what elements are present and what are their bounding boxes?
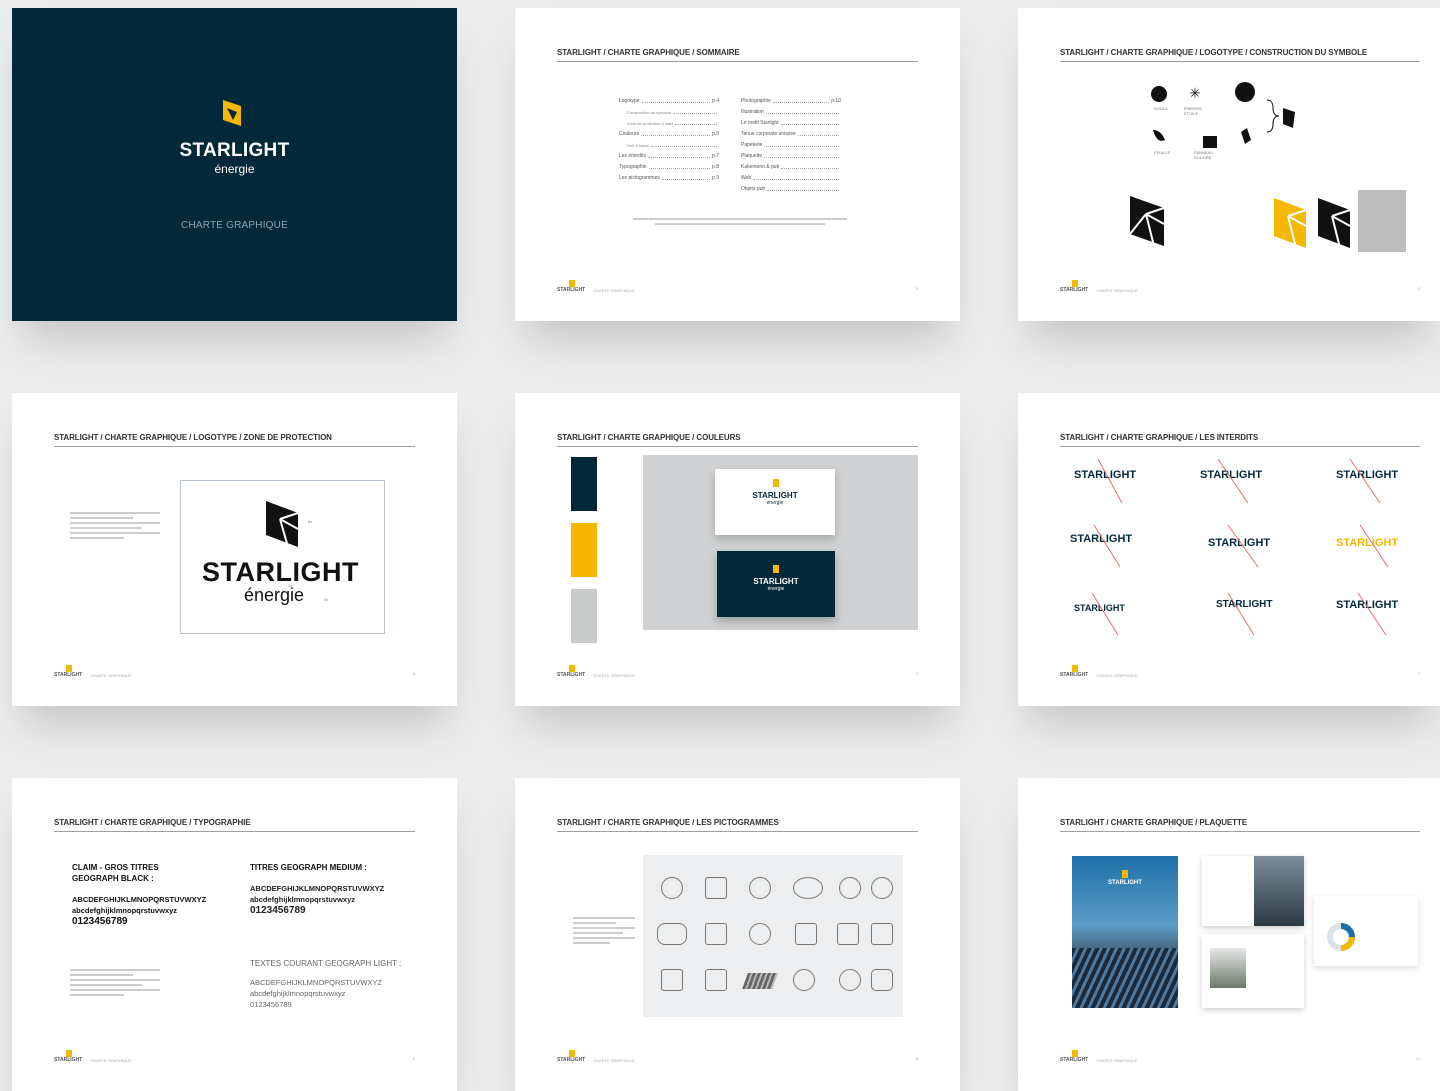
cover-title: CHARTE GRAPHIQUE [181, 220, 288, 231]
page-footer: STARLIGHT CHARTE GRAPHIQUE [54, 665, 132, 678]
logo-mini-icon [569, 665, 575, 672]
typo-medium-block: TITRES GEOGRAPH MEDIUM : ABCDEFGHIJKLMNO… [250, 863, 385, 916]
page-number: 9 [915, 1056, 918, 1061]
page-interdits[interactable]: STARLIGHT / CHARTE GRAPHIQUE / LES INTER… [1018, 393, 1440, 706]
logo-mini-icon [569, 1050, 575, 1057]
logo-mini-icon [1072, 1050, 1078, 1057]
logo-mini-icon [773, 565, 779, 573]
page-header: STARLIGHT / CHARTE GRAPHIQUE / LOGOTYPE … [54, 433, 415, 447]
toc-left: Logotype p.4 Construction du symbole Zone… [619, 98, 719, 181]
logo-mini-icon [773, 479, 779, 487]
water-drop-icon [661, 877, 683, 899]
page-number: 11 [1415, 1056, 1420, 1061]
color-swatch-grey [571, 589, 597, 643]
color-swatch-yellow [571, 523, 597, 577]
forbidden-strikes [1091, 458, 1389, 636]
forbidden-grid: STARLIGHT STARLIGHT STARLIGHT STARLIGHT … [1068, 455, 1428, 645]
protection-left-notes [70, 509, 160, 542]
bicycle-icon [793, 877, 823, 899]
bulb-icon [871, 877, 893, 899]
card-navy: STARLIGHT énergie [717, 551, 835, 617]
server-icon [871, 923, 893, 945]
protection-sub: énergie [244, 585, 305, 605]
logo-mini-icon [1072, 280, 1078, 287]
page-typographie[interactable]: STARLIGHT / CHARTE GRAPHIQUE / TYPOGRAPH… [12, 778, 457, 1091]
brochure-chart-page [1314, 896, 1418, 966]
drops-icon [839, 877, 861, 899]
cover-page[interactable]: STARLIGHT énergie CHARTE GRAPHIQUE [12, 8, 457, 321]
solar-panel-icon [742, 973, 778, 989]
sun-icon [839, 969, 861, 991]
brochure-cover: STARLIGHT [1072, 856, 1178, 1008]
page-header: STARLIGHT / CHARTE GRAPHIQUE / LES INTER… [1060, 433, 1420, 447]
page-header: STARLIGHT / CHARTE GRAPHIQUE / COULEURS [557, 433, 918, 447]
starlight-logo-icon [223, 100, 241, 126]
page-header: STARLIGHT / CHARTE GRAPHIQUE / LES PICTO… [557, 818, 918, 832]
page-number: 3 [1417, 286, 1420, 291]
page-footer: STARLIGHT CHARTE GRAPHIQUE [557, 665, 635, 678]
page-number: 7 [1417, 671, 1420, 676]
page-sommaire[interactable]: STARLIGHT / CHARTE GRAPHIQUE / SOMMAIRE … [515, 8, 960, 321]
logo-mini-icon [1072, 665, 1078, 672]
page-number: 4 [412, 671, 415, 676]
page-plaquette[interactable]: STARLIGHT / CHARTE GRAPHIQUE / PLAQUETTE… [1018, 778, 1440, 1091]
logo-mini-icon [66, 1050, 72, 1057]
page-zone-protection[interactable]: STARLIGHT / CHARTE GRAPHIQUE / LOGOTYPE … [12, 393, 457, 706]
donut-chart-icon [1327, 923, 1355, 951]
logo-mini-icon [66, 665, 72, 672]
typo-black-block: CLAIM - GROS TITRES GEOGRAPH BLACK : ABC… [72, 863, 207, 927]
brand-sub: énergie [214, 162, 255, 176]
typo-notes [70, 966, 160, 999]
color-swatch-navy [571, 457, 597, 511]
lightning-icon [705, 969, 727, 991]
page-header: STARLIGHT / CHARTE GRAPHIQUE / SOMMAIRE [557, 48, 918, 62]
toc-right: Photographie p.10 Illustration Le motif S… [741, 98, 841, 192]
page-footer: STARLIGHT CHARTE GRAPHIQUE [557, 280, 635, 293]
mockup-bg: STARLIGHT énergie STARLIGHT énergie [643, 455, 918, 630]
car-icon [657, 923, 687, 945]
page-number: 5 [915, 671, 918, 676]
brand-name: STARLIGHT [179, 140, 290, 161]
house-icon [705, 877, 727, 899]
page-pictogrammes[interactable]: STARLIGHT / CHARTE GRAPHIQUE / LES PICTO… [515, 778, 960, 1091]
brochure-spread-2 [1202, 934, 1304, 1008]
card-white: STARLIGHT énergie [715, 469, 835, 535]
page-couleurs[interactable]: STARLIGHT / CHARTE GRAPHIQUE / COULEURS … [515, 393, 960, 706]
page-footer: STARLIGHT CHARTE GRAPHIQUE [557, 1050, 635, 1063]
bag-icon [705, 923, 727, 945]
ring-icon [793, 969, 815, 991]
logo-mini-icon [1122, 870, 1128, 878]
svg-text:✳: ✳ [1189, 85, 1201, 101]
charger-icon [661, 969, 683, 991]
protection-brand: STARLIGHT [202, 557, 359, 587]
pictogram-grid [643, 855, 903, 1017]
page-header: STARLIGHT / CHARTE GRAPHIQUE / PLAQUETTE [1060, 818, 1420, 832]
page-number: 8 [412, 1056, 415, 1061]
plug-icon [749, 877, 771, 899]
globe-icon [749, 923, 771, 945]
picto-notes [573, 914, 635, 947]
page-footer: STARLIGHT CHARTE GRAPHIQUE [1060, 665, 1138, 678]
page-construction[interactable]: STARLIGHT / CHARTE GRAPHIQUE / LOGOTYPE … [1018, 8, 1440, 321]
logo-symbol-black-icon [1129, 196, 1165, 247]
logo-symbol-black-icon [266, 501, 299, 548]
logo-mini-icon [569, 280, 575, 287]
document-icon [837, 923, 859, 945]
page-footer: STARLIGHT CHARTE GRAPHIQUE [54, 1050, 132, 1063]
page-footer: STARLIGHT CHARTE GRAPHIQUE [1060, 280, 1138, 293]
page-footer: STARLIGHT CHARTE GRAPHIQUE [1060, 1050, 1138, 1063]
logo-symbol-yellow-icon [1274, 198, 1307, 249]
battery-icon [795, 923, 817, 945]
note-text [625, 216, 855, 230]
symbol-construction-diagram: ✳ [1151, 82, 1295, 148]
page-header: STARLIGHT / CHARTE GRAPHIQUE / LOGOTYPE … [1060, 48, 1420, 62]
logo-symbol-black2-icon [1318, 198, 1351, 249]
logo-symbol-grey-box [1358, 190, 1406, 252]
brochure-spread-1 [1202, 856, 1304, 926]
typo-light-block: TEXTES COURANT GEOGRAPH LIGHT : ABCDEFGH… [250, 959, 402, 1009]
socket-icon [871, 969, 893, 991]
page-header: STARLIGHT / CHARTE GRAPHIQUE / TYPOGRAPH… [54, 818, 415, 832]
page-number: 2 [915, 286, 918, 291]
